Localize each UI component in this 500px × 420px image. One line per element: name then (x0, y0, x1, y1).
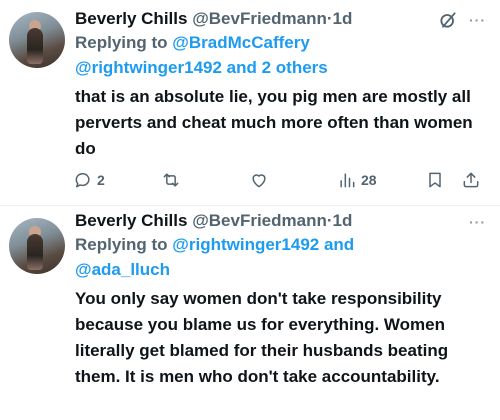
mention-link[interactable]: @rightwinger1492 and 2 others (75, 58, 328, 77)
tweet-header: Beverly Chills @BevFriedmann·1d (75, 8, 488, 30)
views-count: 28 (361, 172, 377, 188)
tweet-actions: 2 28 (73, 168, 493, 192)
tweet-text: You only say women don't take responsibi… (75, 289, 449, 386)
display-name[interactable]: Beverly Chills (75, 9, 187, 28)
views-icon (340, 173, 355, 188)
reply-count: 2 (97, 172, 105, 188)
avatar[interactable] (9, 218, 65, 274)
views-button[interactable]: 28 (337, 168, 377, 192)
tweet[interactable]: Beverly Chills @BevFriedmann·1d Replying… (0, 206, 500, 420)
tweet-text: that is an absolute lie, you pig men are… (75, 87, 473, 158)
avatar-figure (27, 234, 43, 270)
replying-to-label: Replying to (75, 33, 168, 52)
more-options-button[interactable]: ··· (469, 214, 486, 230)
bookmark-button[interactable] (425, 168, 445, 192)
replying-to: Replying to @BradMcCaffery (75, 30, 488, 55)
retweet-icon (163, 173, 179, 187)
user-handle[interactable]: @BevFriedmann (192, 211, 327, 230)
tweet-content: Beverly Chills @BevFriedmann·1d Replying… (75, 210, 488, 390)
grok-icon[interactable] (438, 10, 458, 30)
retweet-button[interactable] (161, 168, 181, 192)
mention-link[interactable]: @BradMcCaffery (172, 33, 310, 52)
user-handle[interactable]: @BevFriedmann (192, 9, 327, 28)
replying-to-label: Replying to (75, 235, 168, 254)
mention-link[interactable]: @rightwinger1492 and (172, 235, 354, 254)
share-icon (463, 172, 479, 188)
tweet[interactable]: Beverly Chills @BevFriedmann·1d Replying… (0, 0, 500, 206)
replying-to-line2: @rightwinger1492 and 2 others (75, 55, 488, 80)
replying-to-line2: @ada_lluch (75, 257, 488, 282)
mention-link[interactable]: @ada_lluch (75, 260, 170, 279)
bookmark-icon (429, 172, 441, 188)
share-button[interactable] (461, 168, 481, 192)
timestamp[interactable]: 1d (333, 211, 353, 230)
like-icon (252, 174, 266, 188)
tweet-header: Beverly Chills @BevFriedmann·1d (75, 210, 488, 232)
reply-icon (75, 172, 90, 188)
reply-button[interactable]: 2 (73, 168, 105, 192)
avatar-figure (27, 28, 43, 64)
like-button[interactable] (249, 168, 269, 192)
display-name[interactable]: Beverly Chills (75, 211, 187, 230)
replying-to: Replying to @rightwinger1492 and (75, 232, 488, 257)
timestamp[interactable]: 1d (333, 9, 353, 28)
more-options-button[interactable]: ··· (469, 12, 486, 28)
avatar[interactable] (9, 12, 65, 68)
tweet-content: Beverly Chills @BevFriedmann·1d Replying… (75, 8, 488, 162)
